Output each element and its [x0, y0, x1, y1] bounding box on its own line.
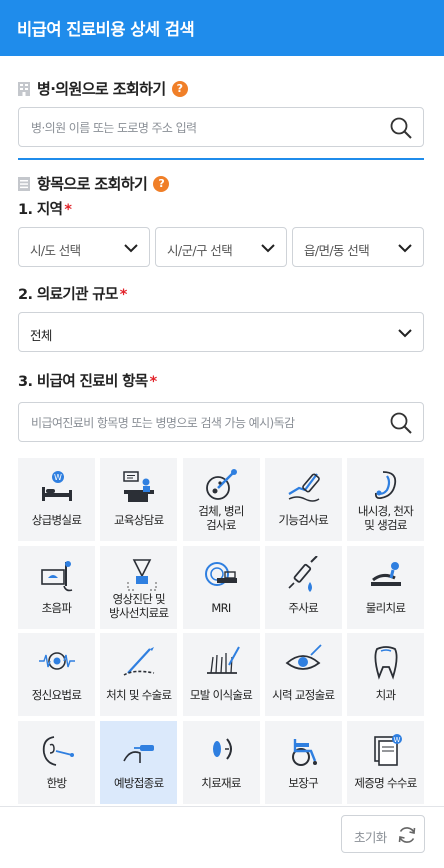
- category-label: 제증명 수수료: [354, 775, 417, 790]
- ultrasound-icon: [41, 560, 73, 591]
- wheelchair-icon: [291, 738, 317, 766]
- list-icon: [18, 176, 30, 191]
- hospital-search-input[interactable]: 병·의원 이름 또는 도로명 주소 입력: [18, 107, 424, 147]
- sigungu-select[interactable]: 시/군/구 선택: [155, 227, 287, 267]
- category-tile[interactable]: MRI: [182, 545, 260, 629]
- required-mark: *: [119, 287, 128, 303]
- category-tile[interactable]: 물리치료: [347, 545, 424, 629]
- category-label: 상급병실료: [31, 513, 82, 527]
- search-icon[interactable]: [389, 411, 413, 435]
- category-tile[interactable]: 보장구: [264, 720, 342, 804]
- category-tile[interactable]: 정신요법료: [18, 633, 95, 716]
- hospital-search-placeholder: 병·의원 이름 또는 도로명 주소 입력: [31, 121, 197, 135]
- eye-icon: [285, 644, 322, 670]
- surgery-icon: [123, 647, 155, 676]
- category-label: 물리치료: [365, 600, 406, 615]
- category-label: 모발 이식술료: [189, 688, 253, 702]
- hair-transplant-icon: [206, 646, 240, 674]
- building-icon: [18, 81, 30, 96]
- hospital-bed-icon: W: [42, 471, 72, 501]
- category-label: 시력 교정술료: [272, 688, 335, 702]
- category-tile[interactable]: 교육상담료: [100, 458, 178, 541]
- chevron-down-icon: [124, 244, 138, 253]
- section-divider: [18, 158, 424, 160]
- category-tile[interactable]: 처치 및 수술료: [100, 633, 178, 716]
- category-label: 기능검사료: [278, 513, 329, 527]
- category-label: 내시경, 천자 및 생검료: [357, 504, 414, 532]
- category-grid: W 상급병실료 교육상담료 검체, 병리 검사료 기능검사료 내시경, 천자 및 생검료초…: [18, 458, 424, 804]
- app-header: 비급여 진료비용 상세 검색: [0, 0, 444, 56]
- scale-select[interactable]: 전체: [18, 312, 424, 352]
- help-icon[interactable]: ?: [171, 80, 188, 97]
- category-label: 치료재료: [201, 775, 241, 790]
- category-tile[interactable]: 예방접종료: [100, 720, 178, 804]
- item-search-placeholder: 비급여진료비 항목명 또는 병명으로 검색 가능 예시)독감: [31, 416, 295, 430]
- item-label: 3. 비급여 진료비 항목 *: [18, 374, 158, 390]
- item-search-input[interactable]: 비급여진료비 항목명 또는 병명으로 검색 가능 예시)독감: [18, 402, 424, 442]
- chevron-down-icon: [398, 244, 412, 253]
- category-label: 보장구: [288, 775, 319, 790]
- category-tile[interactable]: 영상진단 및 방사선치료료: [100, 545, 178, 629]
- chevron-down-icon: [261, 244, 275, 253]
- svg-text:W: W: [394, 736, 401, 744]
- category-tile[interactable]: 한방: [18, 720, 95, 804]
- search-icon[interactable]: [389, 116, 413, 140]
- function-test-icon: [288, 473, 320, 502]
- hospital-search-title: 병·의원으로 조회하기 ?: [18, 78, 188, 99]
- category-tile[interactable]: 기능검사료: [264, 458, 342, 541]
- category-tile[interactable]: 시력 교정술료: [264, 633, 342, 716]
- category-tile[interactable]: 치과: [347, 633, 424, 716]
- category-label: MRI: [211, 600, 231, 615]
- category-tile[interactable]: 검체, 병리 검사료: [182, 458, 260, 541]
- category-tile[interactable]: 주사료: [264, 545, 342, 629]
- category-tile[interactable]: 모발 이식술료: [182, 633, 260, 716]
- svg-text:W: W: [54, 473, 62, 482]
- physiotherapy-icon: [371, 561, 401, 586]
- acupuncture-icon: [42, 735, 74, 766]
- category-label: 예방접종료: [114, 775, 164, 790]
- tooth-icon: [374, 646, 398, 680]
- help-icon[interactable]: ?: [153, 175, 170, 192]
- footer-divider: [0, 806, 444, 807]
- region-label: 1. 지역 *: [18, 202, 72, 218]
- category-label: 치과: [375, 688, 396, 702]
- item-search-title: 항목으로 조회하기 ?: [18, 173, 170, 194]
- reset-button[interactable]: 초기화: [341, 815, 425, 853]
- page-title: 비급여 진료비용 상세 검색: [17, 20, 195, 39]
- radiology-icon: [127, 558, 157, 591]
- required-mark: *: [149, 374, 158, 390]
- eupmyeondong-select[interactable]: 읍/면/동 선택: [292, 227, 424, 267]
- sido-select[interactable]: 시/도 선택: [18, 227, 150, 267]
- category-tile[interactable]: W 상급병실료: [18, 458, 95, 541]
- category-tile[interactable]: 치료재료: [182, 720, 260, 804]
- category-label: 검체, 병리 검사료: [198, 504, 244, 532]
- certificate-icon: W: [374, 733, 402, 766]
- mri-icon: [204, 561, 237, 586]
- category-tile[interactable]: 초음파: [18, 545, 95, 629]
- hospital-search-label: 병·의원으로 조회하기: [37, 80, 166, 98]
- chevron-down-icon: [398, 329, 412, 338]
- category-label: 주사료: [288, 600, 319, 615]
- item-search-label: 항목으로 조회하기: [37, 175, 148, 193]
- refresh-icon: [398, 827, 416, 843]
- specimen-icon: [205, 469, 237, 500]
- consultation-icon: [123, 471, 155, 502]
- category-tile[interactable]: 내시경, 천자 및 생검료: [347, 458, 424, 541]
- category-label: 교육상담료: [114, 513, 164, 527]
- category-label: 초음파: [41, 600, 72, 615]
- injection-icon: [288, 555, 318, 592]
- scale-label: 2. 의료기관 규모 *: [18, 287, 128, 303]
- vaccination-icon: [123, 744, 155, 763]
- category-label: 처치 및 수술료: [106, 688, 172, 702]
- required-mark: *: [64, 202, 72, 218]
- brain-wave-icon: [39, 652, 75, 670]
- category-tile[interactable]: W 제증명 수수료: [347, 720, 424, 804]
- category-label: 한방: [46, 775, 67, 790]
- category-label: 정신요법료: [31, 688, 82, 702]
- lens-icon: [212, 737, 232, 760]
- category-label: 영상진단 및 방사선치료료: [109, 591, 169, 620]
- endoscope-icon: [374, 471, 397, 500]
